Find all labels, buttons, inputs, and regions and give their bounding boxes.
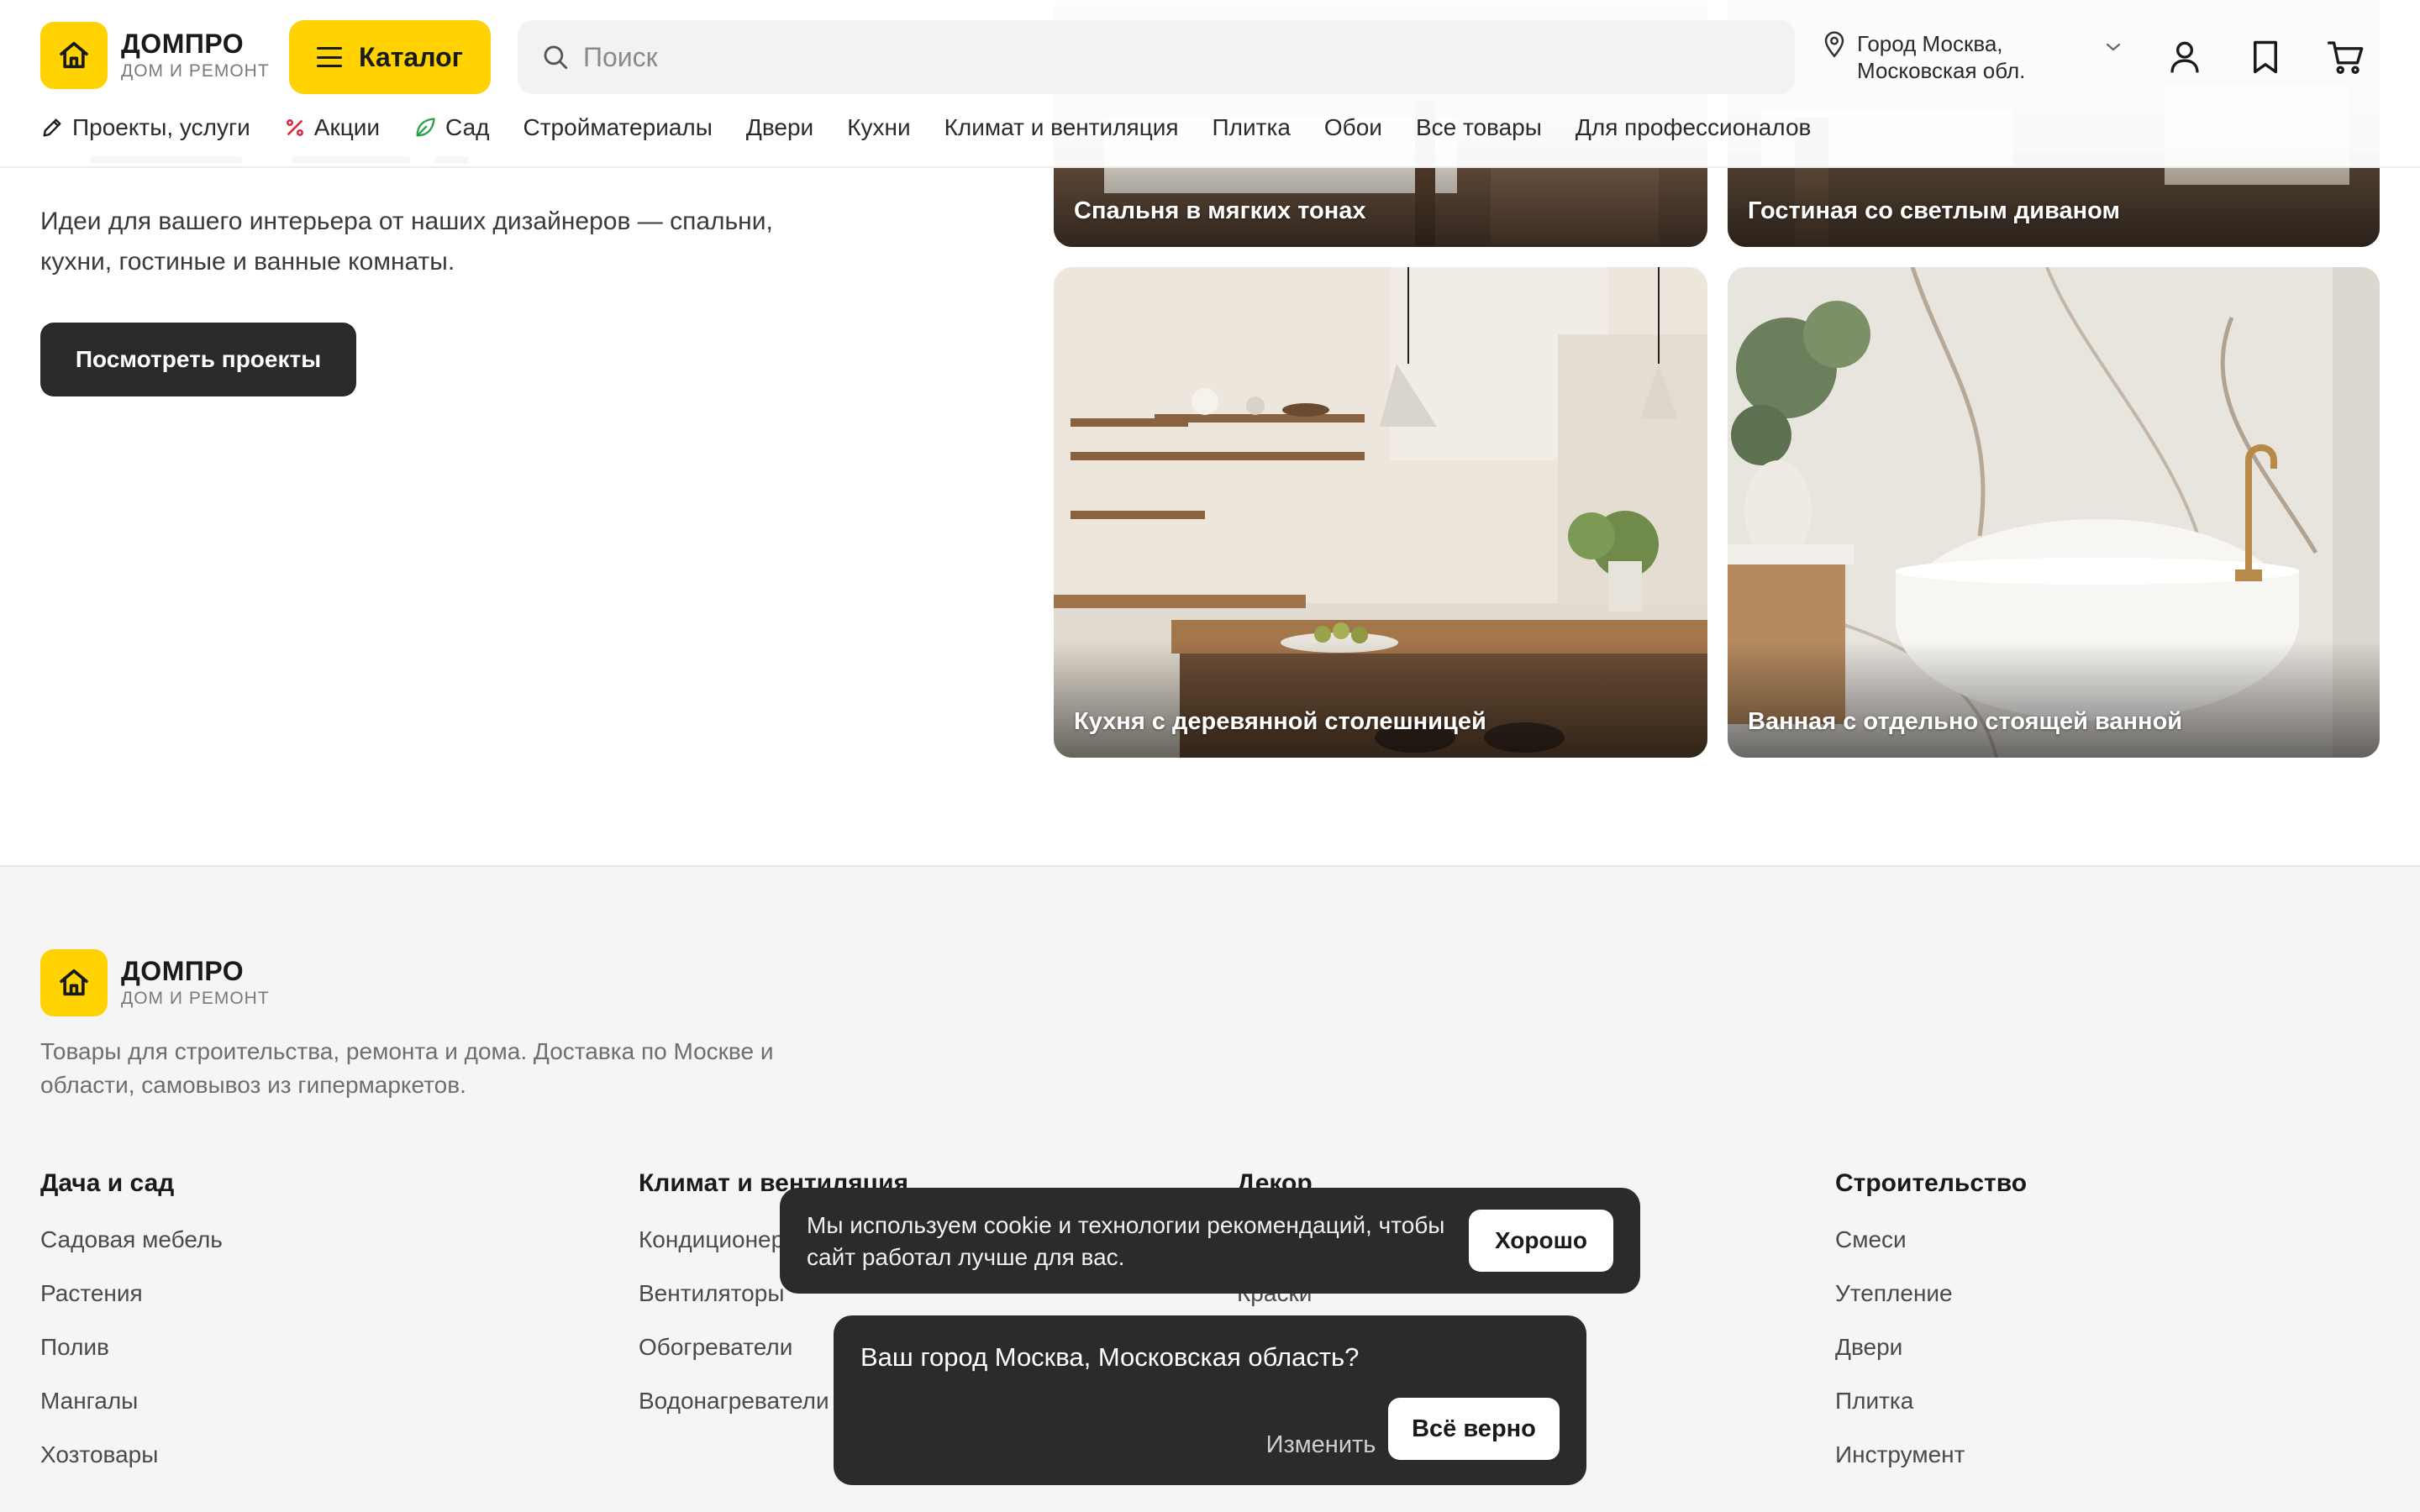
- footer-link[interactable]: Хозтовары: [40, 1441, 223, 1495]
- logo[interactable]: ДОМПРО ДОМ И РЕМОНТ: [40, 22, 270, 89]
- search-input[interactable]: [583, 41, 1760, 73]
- footer-logo-title: ДОМПРО: [121, 956, 245, 986]
- footer-link[interactable]: Утепление: [1835, 1280, 2027, 1334]
- change-city-button[interactable]: Изменить: [1237, 1415, 1405, 1475]
- site-header: ДОМПРО ДОМ И РЕМОНТ Каталог Город Москва…: [0, 0, 2420, 168]
- search-icon: [544, 45, 568, 70]
- cookie-banner: Мы используем cookie и технологии рекоме…: [780, 1188, 1640, 1294]
- search-bar[interactable]: [518, 20, 1795, 94]
- city-confirm-question: Ваш город Москва, Московская область?: [860, 1342, 1360, 1372]
- bookmark-icon[interactable]: [2244, 35, 2287, 79]
- catalog-button[interactable]: Каталог: [289, 20, 491, 94]
- project-card-bathroom[interactable]: Ванная с отдельно стоящей ванной: [1728, 267, 2380, 758]
- footer-link[interactable]: Полив: [40, 1334, 223, 1388]
- card-caption: Кухня с деревянной столешницей: [1074, 708, 1486, 735]
- footer-logo[interactable]: ДОМПРО ДОМ И РЕМОНТ: [40, 949, 270, 1016]
- footer-link[interactable]: Смеси: [1835, 1226, 2027, 1280]
- nav-item-garden[interactable]: Сад: [413, 114, 490, 141]
- user-icon[interactable]: [2163, 35, 2207, 79]
- percent-icon: [286, 119, 303, 136]
- view-projects-button[interactable]: Посмотреть проекты: [40, 323, 356, 396]
- city-line-1: Город Москва,: [1857, 31, 2003, 56]
- footer-link[interactable]: Плитка: [1835, 1388, 2027, 1441]
- footer-column-title: Строительство: [1835, 1169, 2028, 1197]
- location-pin-icon: [1824, 31, 1844, 58]
- nav-item-projects[interactable]: Проекты, услуги: [40, 114, 250, 141]
- footer-column-construction: Строительство Смеси Утепление Двери Плит…: [1835, 1169, 2027, 1495]
- city-selector[interactable]: Город Москва, Московская обл.: [1822, 30, 2025, 84]
- hero-description: Идеи для вашего интерьера от наших дизай…: [40, 207, 773, 276]
- cart-icon[interactable]: [2324, 35, 2368, 79]
- footer-logo-subtitle: ДОМ И РЕМОНТ: [121, 989, 270, 1008]
- nav-item-climate[interactable]: Климат и вентиляция: [944, 114, 1179, 141]
- city-line-2: Московская обл.: [1857, 58, 2026, 83]
- card-caption: Гостиная со светлым диваном: [1748, 197, 2120, 224]
- footer-column-garden: Дача и сад Садовая мебель Растения Полив…: [40, 1169, 223, 1495]
- main-nav: Проекты, услуги Акции Сад Стройматериалы…: [40, 114, 1844, 141]
- footer-link[interactable]: Растения: [40, 1280, 223, 1334]
- footer-link[interactable]: Двери: [1835, 1334, 2027, 1388]
- confirm-city-button[interactable]: Всё верно: [1388, 1398, 1560, 1460]
- home-icon: [40, 949, 108, 1016]
- footer-link[interactable]: Садовая мебель: [40, 1226, 223, 1280]
- project-card-kitchen[interactable]: Кухня с деревянной столешницей: [1054, 267, 1707, 758]
- card-caption: Ванная с отдельно стоящей ванной: [1748, 708, 2183, 735]
- nav-item-kitchens[interactable]: Кухни: [847, 114, 910, 141]
- nav-item-professionals[interactable]: Для профессионалов: [1576, 114, 1812, 141]
- nav-item-wallpaper[interactable]: Обои: [1324, 114, 1382, 141]
- leaf-icon: [416, 118, 435, 137]
- logo-title: ДОМПРО: [121, 29, 245, 59]
- footer-column-title: Дача и сад: [40, 1169, 175, 1197]
- home-icon: [40, 22, 108, 89]
- logo-subtitle: ДОМ И РЕМОНТ: [121, 61, 270, 81]
- nav-item-all-products[interactable]: Все товары: [1416, 114, 1542, 141]
- card-caption: Спальня в мягких тонах: [1074, 197, 1366, 224]
- menu-icon: [317, 47, 343, 67]
- cookie-accept-button[interactable]: Хорошо: [1469, 1210, 1613, 1272]
- footer-description: Товары для строительства, ремонта и дома…: [40, 1038, 774, 1098]
- chevron-down-icon[interactable]: [2104, 40, 2123, 54]
- cookie-text: Мы используем cookie и технологии рекоме…: [807, 1212, 1445, 1270]
- city-confirm-popup: Ваш город Москва, Московская область? Из…: [834, 1315, 1586, 1485]
- catalog-button-label: Каталог: [359, 41, 463, 72]
- nav-item-materials[interactable]: Стройматериалы: [523, 114, 713, 141]
- pencil-icon: [43, 118, 61, 137]
- footer-link[interactable]: Инструмент: [1835, 1441, 2027, 1495]
- nav-item-tiles[interactable]: Плитка: [1213, 114, 1291, 141]
- footer-link[interactable]: Мангалы: [40, 1388, 223, 1441]
- nav-item-sales[interactable]: Акции: [284, 114, 380, 141]
- nav-item-doors[interactable]: Двери: [746, 114, 813, 141]
